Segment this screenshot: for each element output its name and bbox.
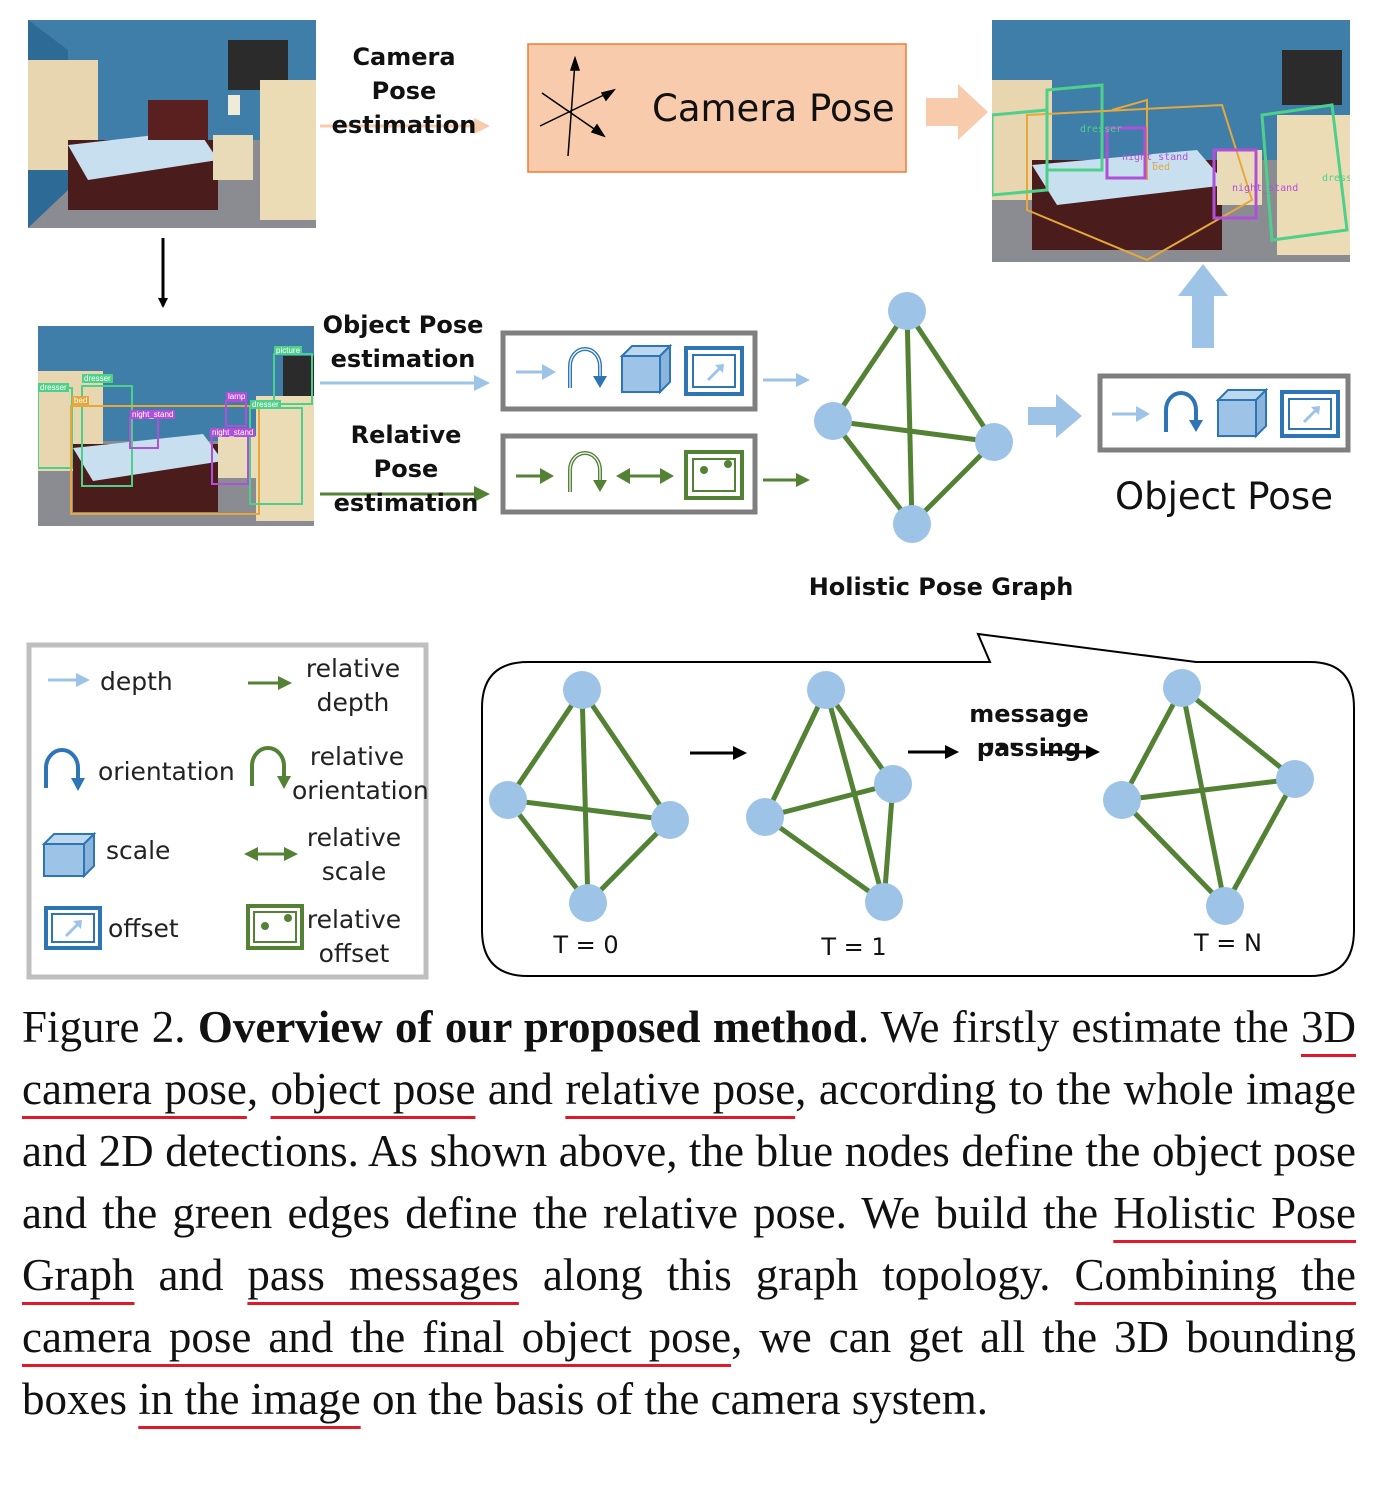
final-depth-icon: [1112, 406, 1150, 422]
t1-label: T = 1: [821, 933, 887, 961]
orientation-icon: [568, 347, 607, 388]
caption-text-1: . We firstly estimate the: [857, 1002, 1302, 1052]
legend-rel-scale-label: relative scale: [306, 823, 402, 886]
ellipsis-label: ···: [984, 729, 1020, 764]
caption-underline-3: relative pose: [565, 1064, 796, 1114]
final-offset-icon: [1280, 390, 1340, 438]
relative-pose-est-label: Relative Pose estimation: [333, 421, 479, 517]
legend-rel-offset-label: relative offset: [306, 905, 402, 968]
caption-underline-5: pass messages: [247, 1250, 519, 1300]
tn-label: T = N: [1194, 929, 1262, 957]
caption-text-2: ,: [246, 1064, 271, 1114]
caption-text-6: along this graph topology.: [518, 1250, 1075, 1300]
legend-scale-cube: [41, 831, 97, 879]
object-pose-est-label: Object Pose estimation: [322, 311, 484, 373]
t0-label: T = 0: [553, 931, 619, 959]
legend-rel-offset-icon: [246, 904, 304, 950]
legend-offset-icon: [44, 906, 102, 950]
depth-icon: [516, 364, 556, 380]
graph-nodes: [814, 292, 1013, 543]
caption-text-8: on the basis of the camera system.: [360, 1374, 989, 1424]
relative-offset-icon: [684, 450, 744, 500]
final-scale-icon: [1215, 387, 1269, 439]
relative-scale-icon: [616, 468, 674, 484]
graph-to-output-arrow: [1028, 394, 1082, 438]
holistic-pose-graph: [830, 309, 997, 526]
caption-underline-2: object pose: [270, 1064, 476, 1114]
legend-rel-depth-label: relative depth: [305, 654, 401, 717]
final-orientation-icon: [1164, 391, 1203, 432]
caption-underline-7: in the image: [138, 1374, 361, 1424]
caption-title: Overview of our proposed method: [197, 1002, 858, 1052]
offset-icon: [684, 346, 744, 396]
figure-caption: Figure 2. Overview of our proposed metho…: [22, 996, 1356, 1430]
camera-to-output-arrow: [926, 84, 988, 140]
object-pose-title: Object Pose: [1115, 475, 1333, 518]
scale-cube-icon: [619, 343, 673, 395]
relative-depth-icon: [516, 468, 554, 484]
legend-orientation-label: orientation: [98, 757, 235, 786]
up-arrow: [1178, 264, 1228, 348]
holistic-pose-graph-label: Holistic Pose Graph: [808, 573, 1074, 601]
relative-orientation-icon: [568, 451, 607, 492]
caption-text-3: and: [475, 1064, 566, 1114]
legend-depth-label: depth: [100, 667, 173, 696]
figure-label: Figure 2.: [22, 1002, 186, 1052]
caption-text-5: and: [134, 1250, 248, 1300]
legend-offset-label: offset: [108, 914, 179, 943]
legend-rel-orientation-label: relative orientation: [292, 742, 429, 805]
camera-pose-est-label: Camera Pose estimation: [331, 43, 477, 139]
camera-pose-title: Camera Pose: [652, 87, 895, 130]
legend-scale-label: scale: [106, 836, 171, 865]
